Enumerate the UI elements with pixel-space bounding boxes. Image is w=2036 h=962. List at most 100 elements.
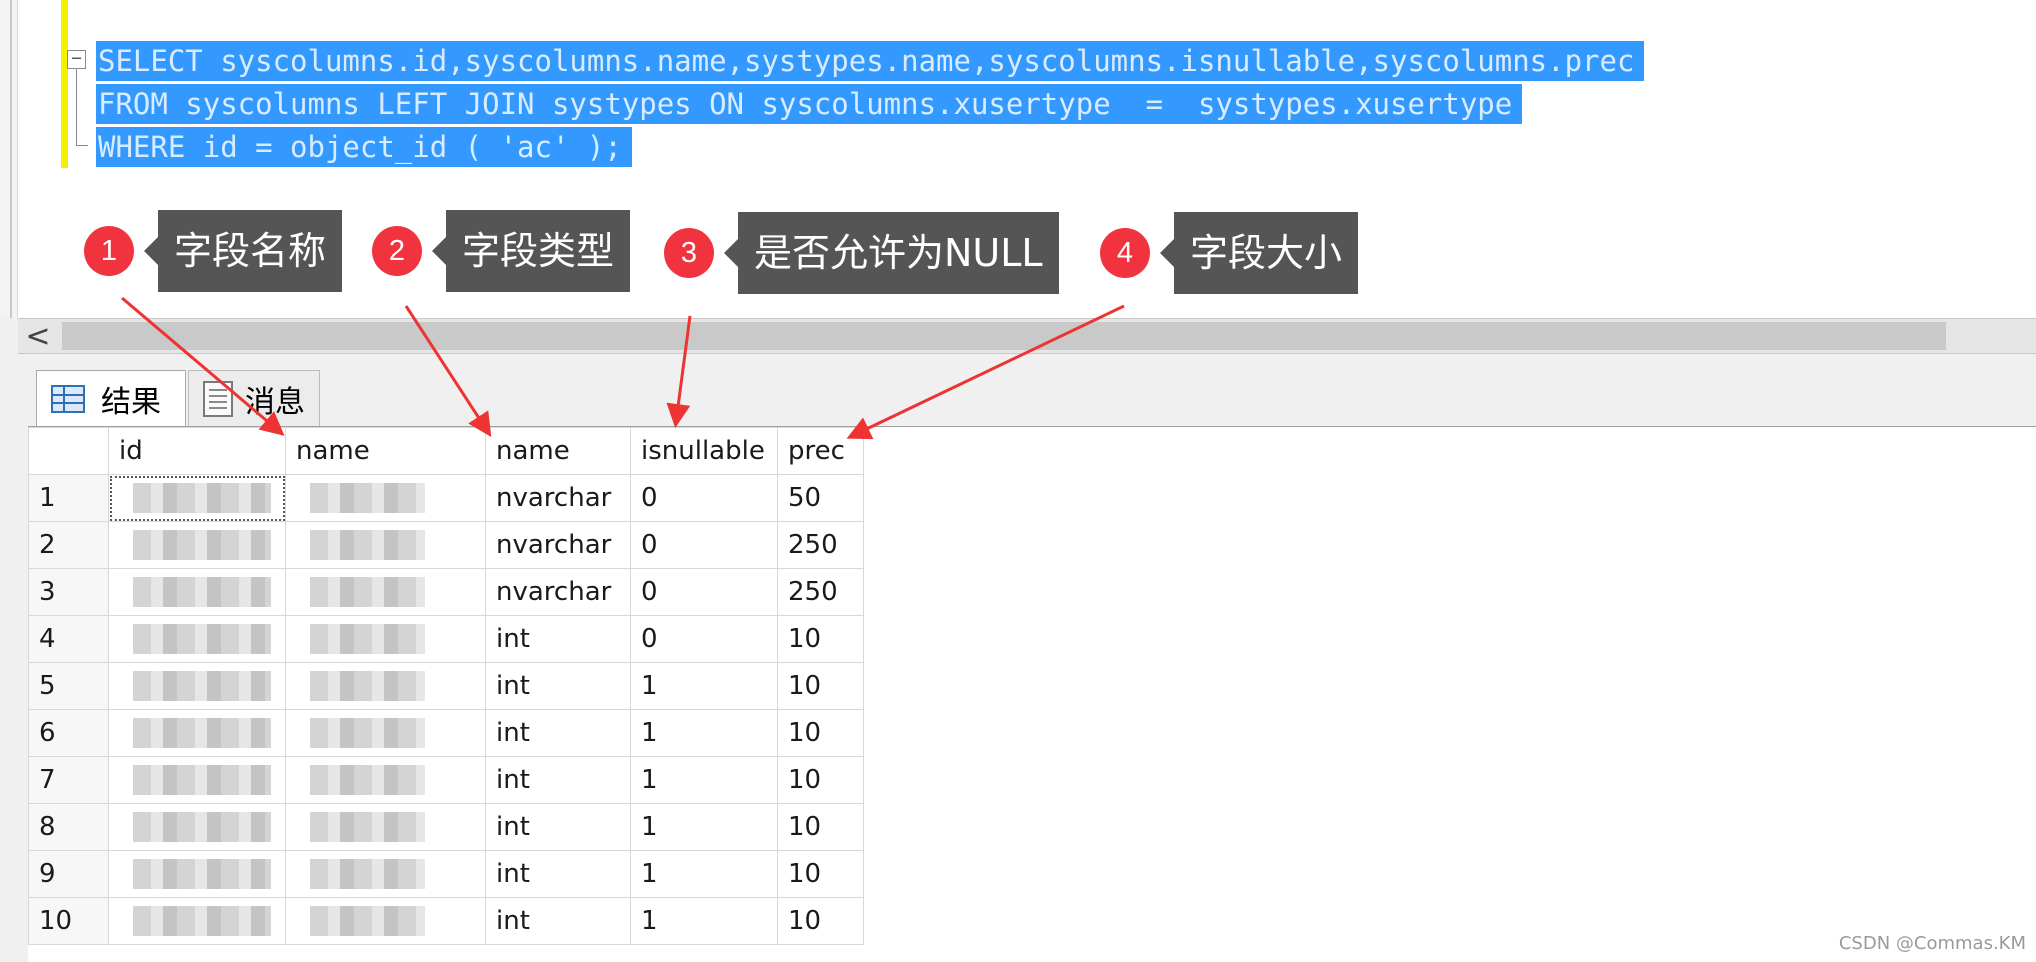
- cell-type-name[interactable]: nvarchar: [485, 474, 631, 522]
- cell-id-redacted[interactable]: [108, 521, 286, 569]
- cell-name-redacted[interactable]: [285, 615, 486, 663]
- cell-prec[interactable]: 10: [777, 615, 864, 663]
- column-header-prec[interactable]: prec: [777, 427, 864, 475]
- scroll-left-arrow-icon[interactable]: <: [18, 319, 58, 354]
- cell-prec[interactable]: 10: [777, 709, 864, 757]
- cell-name-redacted[interactable]: [285, 568, 486, 616]
- cell-isnullable[interactable]: 1: [630, 756, 778, 804]
- cell-prec[interactable]: 10: [777, 850, 864, 898]
- editor-horizontal-scrollbar[interactable]: <: [18, 318, 2036, 354]
- table-row[interactable]: 1 nvarchar 0 50: [28, 474, 864, 522]
- annotation-number: 1: [84, 226, 134, 276]
- collapse-toggle-icon[interactable]: −: [67, 50, 86, 69]
- cell-name-redacted[interactable]: [285, 897, 486, 945]
- cell-id-redacted[interactable]: [108, 897, 286, 945]
- cell-prec[interactable]: 10: [777, 756, 864, 804]
- column-header-type-name[interactable]: name: [485, 427, 631, 475]
- row-number[interactable]: 9: [28, 850, 109, 898]
- cell-id-redacted[interactable]: [108, 709, 286, 757]
- redacted-block: [310, 812, 425, 842]
- row-number[interactable]: 3: [28, 568, 109, 616]
- table-row[interactable]: 6 int 1 10: [28, 709, 864, 757]
- row-number[interactable]: 1: [28, 474, 109, 522]
- redacted-block: [310, 624, 425, 654]
- redacted-block: [133, 906, 271, 936]
- results-tab-strip: 结果 消息: [18, 354, 2036, 426]
- table-row[interactable]: 3 nvarchar 0 250: [28, 568, 864, 616]
- column-header-id[interactable]: id: [108, 427, 286, 475]
- cell-type-name[interactable]: int: [485, 615, 631, 663]
- redacted-block: [133, 624, 271, 654]
- cell-isnullable[interactable]: 0: [630, 474, 778, 522]
- sql-code[interactable]: SELECT syscolumns.id,syscolumns.name,sys…: [96, 40, 1645, 169]
- row-number[interactable]: 4: [28, 615, 109, 663]
- row-number[interactable]: 7: [28, 756, 109, 804]
- cell-id-redacted[interactable]: [108, 756, 286, 804]
- table-row[interactable]: 5 int 1 10: [28, 662, 864, 710]
- cell-name-redacted[interactable]: [285, 850, 486, 898]
- tab-messages[interactable]: 消息: [188, 370, 320, 426]
- cell-type-name[interactable]: int: [485, 850, 631, 898]
- sql-line: FROM syscolumns LEFT JOIN systypes ON sy…: [96, 83, 1644, 126]
- cell-isnullable[interactable]: 0: [630, 568, 778, 616]
- table-row[interactable]: 4 int 0 10: [28, 615, 864, 663]
- cell-prec[interactable]: 10: [777, 897, 864, 945]
- cell-prec[interactable]: 250: [777, 568, 864, 616]
- cell-type-name[interactable]: int: [485, 709, 631, 757]
- sql-line: WHERE id = object_id ( 'ac' );: [96, 126, 1644, 169]
- cell-name-redacted[interactable]: [285, 709, 486, 757]
- table-row[interactable]: 2 nvarchar 0 250: [28, 521, 864, 569]
- tab-results[interactable]: 结果: [36, 370, 186, 426]
- cell-type-name[interactable]: int: [485, 803, 631, 851]
- cell-isnullable[interactable]: 1: [630, 803, 778, 851]
- row-number[interactable]: 8: [28, 803, 109, 851]
- grid-body: 1 nvarchar 0 50 2 nvarchar 0 250 3 nvarchar 0 250 4 i…: [28, 474, 864, 945]
- cell-id-redacted[interactable]: [108, 803, 286, 851]
- cell-prec[interactable]: 10: [777, 662, 864, 710]
- redacted-block: [133, 483, 271, 513]
- cell-name-redacted[interactable]: [285, 803, 486, 851]
- cell-isnullable[interactable]: 0: [630, 521, 778, 569]
- annotation-nullable: 3 是否允许为NULL: [664, 212, 1059, 294]
- column-header-isnullable[interactable]: isnullable: [630, 427, 778, 475]
- cell-name-redacted[interactable]: [285, 521, 486, 569]
- cell-id-redacted[interactable]: [108, 568, 286, 616]
- cell-id-redacted[interactable]: [108, 615, 286, 663]
- redacted-block: [133, 765, 271, 795]
- cell-type-name[interactable]: nvarchar: [485, 521, 631, 569]
- table-row[interactable]: 7 int 1 10: [28, 756, 864, 804]
- column-header-name[interactable]: name: [285, 427, 486, 475]
- cell-prec[interactable]: 10: [777, 803, 864, 851]
- row-number[interactable]: 5: [28, 662, 109, 710]
- cell-isnullable[interactable]: 1: [630, 850, 778, 898]
- row-number[interactable]: 6: [28, 709, 109, 757]
- row-number[interactable]: 10: [28, 897, 109, 945]
- cell-type-name[interactable]: int: [485, 662, 631, 710]
- cell-name-redacted[interactable]: [285, 756, 486, 804]
- table-row[interactable]: 10 int 1 10: [28, 897, 864, 945]
- cell-type-name[interactable]: nvarchar: [485, 568, 631, 616]
- cell-id-redacted[interactable]: [108, 474, 286, 522]
- cell-isnullable[interactable]: 1: [630, 897, 778, 945]
- scrollbar-thumb[interactable]: [62, 322, 1946, 350]
- redacted-block: [310, 765, 425, 795]
- table-row[interactable]: 9 int 1 10: [28, 850, 864, 898]
- cell-prec[interactable]: 50: [777, 474, 864, 522]
- cell-id-redacted[interactable]: [108, 850, 286, 898]
- sql-line: SELECT syscolumns.id,syscolumns.name,sys…: [96, 40, 1645, 83]
- fold-guide-end: [76, 145, 88, 146]
- table-row[interactable]: 8 int 1 10: [28, 803, 864, 851]
- cell-prec[interactable]: 250: [777, 521, 864, 569]
- cell-isnullable[interactable]: 1: [630, 709, 778, 757]
- cell-type-name[interactable]: int: [485, 756, 631, 804]
- cell-isnullable[interactable]: 1: [630, 662, 778, 710]
- redacted-block: [133, 812, 271, 842]
- cell-id-redacted[interactable]: [108, 662, 286, 710]
- row-number[interactable]: 2: [28, 521, 109, 569]
- cell-isnullable[interactable]: 0: [630, 615, 778, 663]
- cell-type-name[interactable]: int: [485, 897, 631, 945]
- redacted-block: [310, 577, 425, 607]
- cell-name-redacted[interactable]: [285, 474, 486, 522]
- cell-name-redacted[interactable]: [285, 662, 486, 710]
- annotation-number: 2: [372, 226, 422, 276]
